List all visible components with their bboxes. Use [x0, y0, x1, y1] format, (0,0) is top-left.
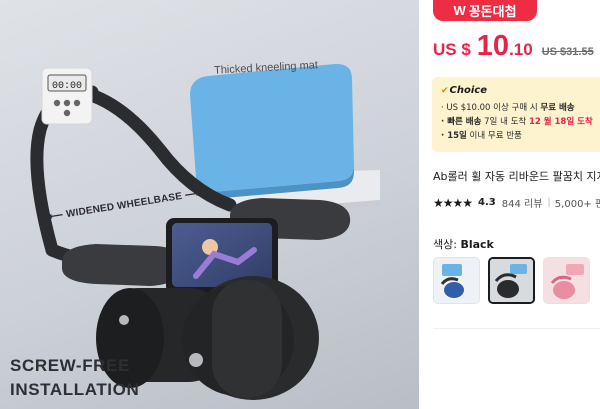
choice-line2-bold: · 빠른 배송	[441, 117, 482, 127]
rating-separator: |	[547, 197, 551, 208]
timer-display: 00:00	[41, 67, 93, 125]
swatch-black-thumb	[490, 259, 533, 302]
rating-row[interactable]: ★★★★ 4.3 844 리뷰 | 5,000+ 판매	[433, 195, 600, 211]
caption-installation: INSTALLATION	[10, 380, 140, 399]
color-swatch-pink[interactable]	[543, 257, 590, 304]
divider	[433, 328, 600, 329]
svg-text:00:00: 00:00	[52, 81, 82, 92]
choice-line1-bold: 무료 배송	[540, 103, 575, 113]
price-decimal: .10	[509, 40, 533, 59]
choice-line2-text: 7일 내 도착	[481, 117, 529, 127]
ab-roller-illustration: 00:00	[30, 63, 380, 400]
choice-free-shipping: · US $10.00 이상 구매 시 무료 배송	[441, 101, 600, 115]
review-count[interactable]: 844 리뷰	[502, 195, 543, 210]
choice-free-returns: · 15일 이내 무료 반품	[441, 129, 600, 143]
swatch-pink-thumb	[544, 258, 589, 303]
choice-title: ✔ Choice	[441, 85, 600, 96]
rating-score: 4.3	[478, 197, 496, 208]
sold-count: 5,000+ 판매	[554, 199, 600, 210]
product-image[interactable]: 00:00 Thicked kneeling mat ⟵ WIDENED WHE…	[0, 0, 419, 409]
choice-benefits-box[interactable]: ✔ Choice · US $10.00 이상 구매 시 무료 배송 · 빠른 …	[432, 77, 600, 152]
color-selected-value: Black	[460, 238, 494, 251]
choice-fast-delivery: · 빠른 배송 7일 내 도착 12 월 18일 도착	[441, 115, 600, 129]
sale-event-badge[interactable]: W 꽁돈대첩	[433, 0, 537, 21]
color-label-prefix: 색상:	[433, 238, 461, 251]
won-icon: W	[453, 3, 466, 18]
choice-delivery-date: 12 월 18일 도착	[528, 117, 593, 127]
caption-screw-free: SCREW-FREE	[10, 356, 130, 375]
sale-event-label: 꽁돈대첩	[468, 5, 517, 20]
choice-line1-text: · US $10.00 이상 구매 시	[441, 103, 541, 113]
product-title: Ab롤러 휠 자동 리바운드 팔꿈치 지지	[433, 170, 600, 183]
price-currency: US $	[433, 40, 471, 59]
color-swatch-black[interactable]	[488, 257, 535, 304]
original-price: US $31.55	[541, 46, 594, 58]
choice-title-text: Choice	[449, 85, 488, 96]
star-icon: ★★★★	[433, 195, 473, 210]
color-swatches	[433, 257, 590, 304]
product-info-panel: W 꽁돈대첩 US $ 10 .10 US $31.55 ✔ Choice · …	[419, 0, 600, 409]
price-integer: 10	[476, 30, 510, 62]
color-swatch-blue[interactable]	[433, 257, 480, 304]
choice-line3-text: 이내 무료 반품	[466, 131, 522, 141]
swatch-blue-thumb	[434, 258, 479, 303]
price-row: US $ 10 .10 US $31.55	[433, 30, 594, 63]
color-label: 색상: Black	[433, 236, 494, 252]
choice-line3-bold: · 15일	[441, 131, 467, 141]
kneeling-mat	[190, 63, 354, 200]
choice-arrow-icon: ✔	[441, 85, 449, 96]
